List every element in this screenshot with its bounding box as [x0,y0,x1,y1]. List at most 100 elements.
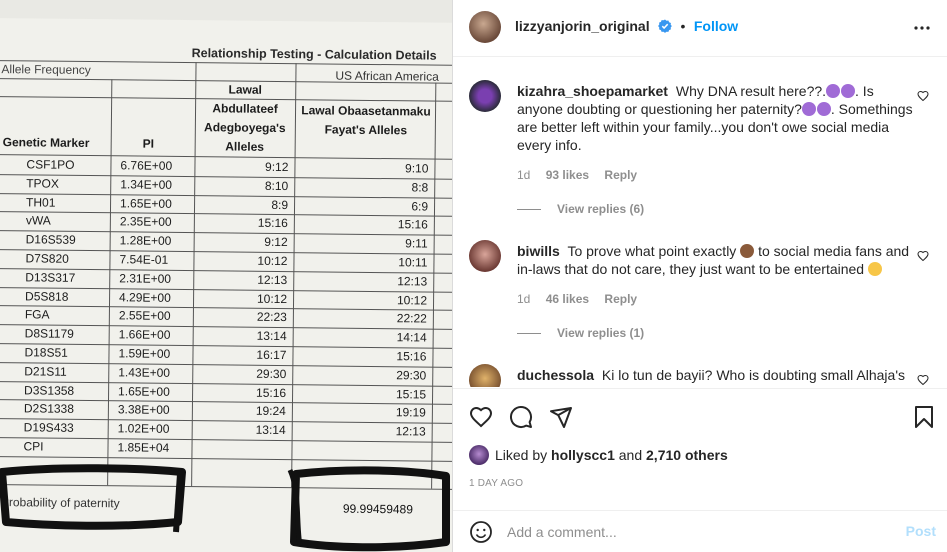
like-comment-heart-icon[interactable] [917,250,929,262]
post-comment-button[interactable]: Post [906,523,936,539]
pi-cell: 3.38E+00 [117,402,170,418]
sad-face-emoji-icon [868,262,882,276]
pi-cell: 1.02E+00 [117,421,170,437]
post-timestamp[interactable]: 1 DAY AGO [469,478,523,489]
pi-cell: 6.76E+00 [120,158,173,173]
comment-likes[interactable]: 46 likes [546,292,589,306]
person-facepalming-emoji-icon [740,244,755,258]
pi-cell: 1.28E+00 [119,233,172,249]
likes-summary: Liked by hollyscc1 and 2,710 others [469,445,728,465]
view-replies-button[interactable]: View replies (1) [517,326,644,340]
comment-item: biwills To prove what point exactly to s… [469,240,929,350]
like-comment-heart-icon[interactable] [917,90,929,102]
comment-item: kizahra_shoepamarket Why DNA result here… [469,80,929,250]
pi-cell: 1.43E+00 [118,365,171,380]
genetic-marker-cell: CSF1PO [26,157,75,172]
post-actions: Liked by hollyscc1 and 2,710 others 1 DA… [453,388,947,489]
genetic-marker-cell: CPI [23,439,44,454]
likes-prefix: Liked by [495,447,548,463]
comment-text: kizahra_shoepamarket Why DNA result here… [517,82,917,154]
pi-cell: 1.66E+00 [118,327,171,343]
author-avatar[interactable] [469,11,501,43]
comment-time: 1d [517,168,531,182]
likes-others-button[interactable]: 2,710 others [646,447,728,463]
view-replies-label: View replies (6) [557,202,645,216]
comment-text: duchessola Ki lo tun de bayii? Who is do… [517,366,917,384]
comment-time: 1d [517,292,531,306]
allele-frequency-label: Allele Frequency [1,62,91,78]
commenter-avatar[interactable] [469,80,501,112]
header-genetic-marker: Genetic Marker [2,135,90,151]
comment-item: duchessola Ki lo tun de bayii? Who is do… [469,364,929,387]
pi-cell: 1.34E+00 [120,177,173,192]
genetic-marker-cell: D2S1338 [23,401,75,417]
view-replies-button[interactable]: View replies (6) [517,202,644,216]
liker-username[interactable]: hollyscc1 [551,447,615,463]
comment-text-part: Why DNA result here??. [675,83,827,99]
genetic-marker-cell: D18S51 [24,345,68,360]
genetic-marker-cell: FGA [24,307,50,322]
view-replies-label: View replies (1) [557,326,645,340]
person-shrugging-emoji-icon [816,102,831,116]
post-header: lizzyanjorin_original • Follow [453,0,947,57]
header-father-alleles: Lawal Obaasetanmaku Fayat's Alleles [301,103,431,138]
add-comment-bar: Post [453,510,947,552]
pi-cell: 1.85E+04 [117,440,170,455]
pi-cell: 2.31E+00 [119,271,172,286]
pi-cell: 1.65E+00 [119,195,172,211]
genetic-marker-cell: TPOX [26,176,60,191]
genetic-marker-cell: D5S818 [25,288,69,304]
post-photo: Relationship Testing - Calculation Detai… [0,0,452,552]
comment-meta: 1d 46 likes Reply [517,292,649,306]
allele-table: CSF1PO 6.76E+00 9:12 9:10 TPOX 1.34E+00 8:10 8:… [0,18,452,455]
post-sidebar: lizzyanjorin_original • Follow kizahra_s… [452,0,947,552]
comment-text-part: To prove what point exactly [567,243,737,259]
comment-likes[interactable]: 93 likes [546,168,589,182]
header-separator: • [680,18,686,34]
reply-button[interactable]: Reply [604,168,637,182]
commenter-avatar[interactable] [469,364,501,387]
save-bookmark-icon[interactable] [912,405,936,429]
comment-text: biwills To prove what point exactly to s… [517,242,917,278]
commenter-username[interactable]: duchessola [517,367,594,383]
genetic-marker-cell: D8S1179 [24,326,74,342]
marker-scribble [0,464,450,552]
commenter-username[interactable]: biwills [517,243,560,259]
comment-bubble-icon[interactable] [509,405,533,429]
genetic-marker-cell: vWA [25,213,51,228]
emoji-picker-icon[interactable] [469,520,493,544]
pi-cell: 1.65E+00 [118,383,170,399]
person-shrugging-emoji-icon [801,102,816,116]
like-comment-heart-icon[interactable] [917,374,929,386]
genetic-marker-cell: D3S1358 [24,382,75,398]
report-title: Relationship Testing - Calculation Detai… [191,46,437,63]
share-paper-plane-icon[interactable] [549,405,573,429]
comment-text-part: Ki lo tun de bayii? Who is doubting smal… [601,367,905,383]
reply-button[interactable]: Reply [604,292,637,306]
verified-badge-icon [658,19,672,33]
pi-cell: 7.54E-01 [119,252,169,267]
comment-input[interactable] [507,523,867,541]
pi-cell: 2.35E+00 [119,214,172,230]
comment-meta: 1d 93 likes Reply [517,168,649,182]
like-heart-icon[interactable] [469,405,493,429]
header-child-alleles: Lawal Abdullateef Adegboyega's Alleles [204,82,286,154]
pi-cell: 2.55E+00 [118,308,171,324]
genetic-marker-cell: D13S317 [25,270,76,285]
follow-button[interactable]: Follow [694,18,738,34]
liker-avatar[interactable] [469,445,489,465]
genetic-marker-cell: D16S539 [25,232,76,248]
likes-middle: and [618,447,643,463]
pi-cell: 1.59E+00 [118,346,171,361]
more-options-icon[interactable] [910,16,934,40]
genetic-marker-cell: D7S820 [25,251,69,266]
author-username[interactable]: lizzyanjorin_original [515,18,650,34]
genetic-marker-cell: TH01 [26,194,56,210]
commenter-avatar[interactable] [469,240,501,272]
commenter-username[interactable]: kizahra_shoepamarket [517,83,668,99]
genetic-marker-cell: D21S11 [24,364,67,379]
genetic-marker-cell: D19S433 [23,420,74,436]
person-shrugging-emoji-icon [826,84,841,98]
pi-cell: 4.29E+00 [119,289,171,305]
header-pi: PI [142,136,155,151]
